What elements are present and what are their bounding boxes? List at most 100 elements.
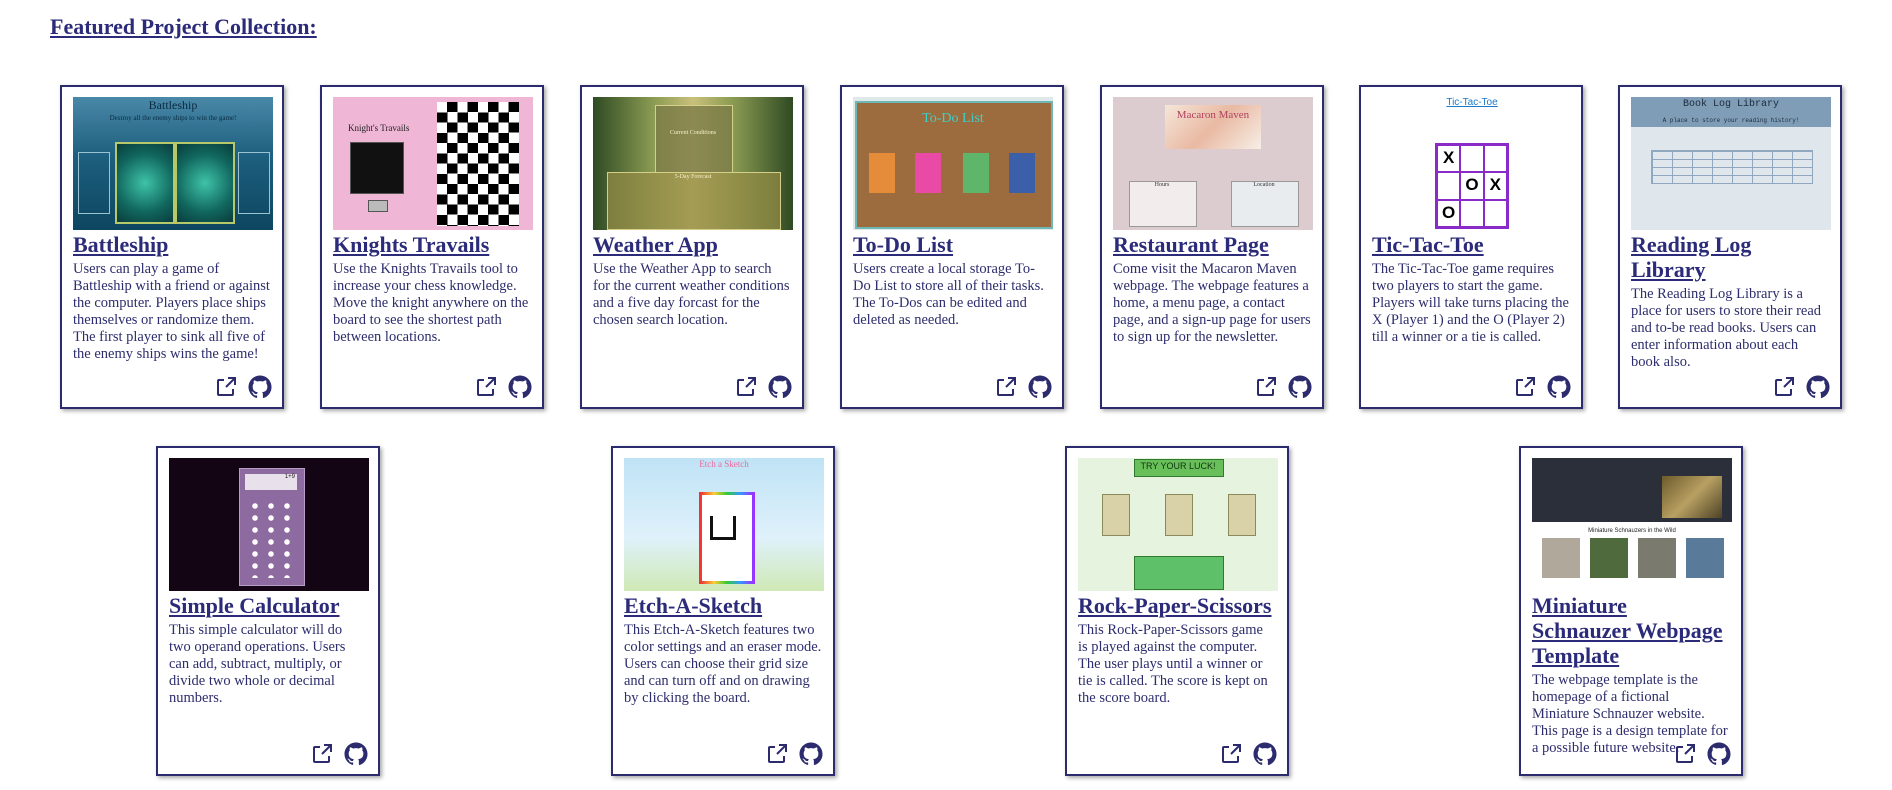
thumb-current-panel bbox=[655, 105, 733, 173]
github-icon[interactable] bbox=[1288, 375, 1312, 399]
thumb-heading: Macaron Maven bbox=[1176, 109, 1250, 121]
project-card-restaurant-page: Macaron Maven Hours Location Restaurant … bbox=[1100, 85, 1324, 409]
project-thumbnail[interactable]: To-Do List bbox=[853, 97, 1053, 230]
thumb-photo-4 bbox=[1686, 538, 1724, 578]
external-link-icon[interactable] bbox=[1219, 742, 1243, 766]
project-card-reading-log-library: Book Log Library A place to store your r… bbox=[1618, 85, 1842, 409]
thumb-heading: Tic-Tac-Toe bbox=[1446, 97, 1498, 108]
project-links bbox=[214, 375, 272, 399]
project-description: Come visit the Macaron Maven webpage. Th… bbox=[1113, 261, 1311, 345]
project-title-link[interactable]: Rock-Paper-Scissors bbox=[1078, 593, 1276, 618]
thumb-scoreboard bbox=[1134, 556, 1224, 590]
thumb-forecast-panel bbox=[607, 172, 781, 230]
project-thumbnail[interactable]: Macaron Maven Hours Location bbox=[1113, 97, 1313, 230]
project-links bbox=[1772, 375, 1830, 399]
thumb-subheading: Miniature Schnauzers in the Wild bbox=[1588, 528, 1676, 534]
github-icon[interactable] bbox=[248, 375, 272, 399]
external-link-icon[interactable] bbox=[310, 742, 334, 766]
thumb-calculator-keys bbox=[247, 500, 295, 578]
project-title-link[interactable]: Reading Log Library bbox=[1631, 232, 1829, 282]
project-links bbox=[474, 375, 532, 399]
project-links bbox=[310, 742, 368, 766]
project-thumbnail[interactable]: Current Conditions 5-Day Forecast bbox=[593, 97, 793, 230]
thumb-choice-paper bbox=[1165, 494, 1193, 536]
github-icon[interactable] bbox=[344, 742, 368, 766]
project-description: Use the Weather App to search for the cu… bbox=[593, 261, 790, 328]
project-links bbox=[1513, 375, 1571, 399]
external-link-icon[interactable] bbox=[214, 375, 238, 399]
thumb-hero-photo bbox=[1662, 476, 1722, 518]
external-link-icon[interactable] bbox=[734, 375, 758, 399]
thumb-heading: Knight's Travails bbox=[348, 123, 410, 133]
project-thumbnail[interactable]: 1+9 bbox=[169, 458, 369, 591]
project-title-link[interactable]: Tic-Tac-Toe bbox=[1372, 232, 1570, 257]
project-thumbnail[interactable]: TRY YOUR LUCK! bbox=[1078, 458, 1278, 591]
project-title-link[interactable]: Simple Calculator bbox=[169, 593, 367, 618]
project-title-link[interactable]: Weather App bbox=[593, 232, 791, 257]
project-thumbnail[interactable]: Etch a Sketch bbox=[624, 458, 824, 591]
project-card-miniature-schnauzer: Miniature Schnauzers in the Wild Miniatu… bbox=[1519, 446, 1743, 776]
thumb-reset-button bbox=[368, 200, 388, 212]
ttt-cell: O bbox=[1438, 200, 1460, 226]
github-icon[interactable] bbox=[768, 375, 792, 399]
external-link-icon[interactable] bbox=[994, 375, 1018, 399]
thumb-heading: Book Log Library bbox=[1682, 99, 1779, 110]
thumb-path-panel bbox=[350, 142, 404, 194]
github-icon[interactable] bbox=[508, 375, 532, 399]
thumb-note-4 bbox=[1009, 153, 1035, 193]
project-links bbox=[765, 742, 823, 766]
ttt-cell bbox=[1461, 146, 1483, 172]
thumb-heading: Battleship bbox=[148, 98, 198, 112]
project-thumbnail[interactable]: Battleship Destroy all the enemy ships t… bbox=[73, 97, 273, 230]
project-title-link[interactable]: To-Do List bbox=[853, 232, 1051, 257]
project-description: The Reading Log Library is a place for u… bbox=[1631, 286, 1822, 370]
project-title-link[interactable]: Restaurant Page bbox=[1113, 232, 1311, 257]
external-link-icon[interactable] bbox=[1513, 375, 1537, 399]
project-description: The Tic-Tac-Toe game requires two player… bbox=[1372, 261, 1569, 345]
thumb-panel-right bbox=[238, 152, 270, 214]
project-thumbnail[interactable]: Book Log Library A place to store your r… bbox=[1631, 97, 1831, 230]
thumb-board-right bbox=[175, 142, 235, 224]
github-icon[interactable] bbox=[1547, 375, 1571, 399]
project-title-link[interactable]: Knights Travails bbox=[333, 232, 531, 257]
ttt-cell bbox=[1484, 200, 1506, 226]
external-link-icon[interactable] bbox=[1254, 375, 1278, 399]
thumb-heading: To-Do List bbox=[922, 111, 984, 126]
thumb-photo-1 bbox=[1542, 538, 1580, 578]
project-thumbnail[interactable]: Knight's Travails bbox=[333, 97, 533, 230]
project-card-rock-paper-scissors: TRY YOUR LUCK! Rock-Paper-Scissors This … bbox=[1065, 446, 1289, 776]
github-icon[interactable] bbox=[1806, 375, 1830, 399]
github-icon[interactable] bbox=[1028, 375, 1052, 399]
thumb-photo-3 bbox=[1638, 538, 1676, 578]
project-thumbnail[interactable]: Miniature Schnauzers in the Wild bbox=[1532, 458, 1732, 591]
external-link-icon[interactable] bbox=[1772, 375, 1796, 399]
thumb-drawn-face bbox=[710, 516, 736, 540]
section-title: Featured Project Collection: bbox=[50, 14, 317, 39]
project-description: Users create a local storage To-Do List … bbox=[853, 261, 1044, 328]
external-link-icon[interactable] bbox=[1673, 742, 1697, 766]
external-link-icon[interactable] bbox=[474, 375, 498, 399]
github-icon[interactable] bbox=[1253, 742, 1277, 766]
project-card-to-do-list: To-Do List To-Do List Users create a loc… bbox=[840, 85, 1064, 409]
github-icon[interactable] bbox=[1707, 742, 1731, 766]
thumb-note-1 bbox=[869, 153, 895, 193]
external-link-icon[interactable] bbox=[765, 742, 789, 766]
project-title-link[interactable]: Etch-A-Sketch bbox=[624, 593, 822, 618]
project-thumbnail[interactable]: Tic-Tac-Toe X O X O bbox=[1372, 97, 1572, 230]
thumb-photo-2 bbox=[1590, 538, 1628, 578]
project-card-simple-calculator: 1+9 Simple Calculator This simple calcul… bbox=[156, 446, 380, 776]
github-icon[interactable] bbox=[799, 742, 823, 766]
ttt-cell: X bbox=[1438, 146, 1460, 172]
project-description: This Etch-A-Sketch features two color se… bbox=[624, 622, 822, 706]
thumb-heading: Etch a Sketch bbox=[699, 459, 749, 469]
thumb-display: 1+9 bbox=[284, 474, 295, 480]
thumb-heading: TRY YOUR LUCK! bbox=[1140, 461, 1216, 471]
project-description: This Rock-Paper-Scissors game is played … bbox=[1078, 622, 1268, 706]
project-title-link[interactable]: Miniature Schnauzer Webpage Template bbox=[1532, 593, 1730, 668]
thumb-chessboard bbox=[437, 102, 519, 226]
project-description: This simple calculator will do two opera… bbox=[169, 622, 346, 706]
thumb-board-left bbox=[115, 142, 175, 224]
thumb-note-3 bbox=[963, 153, 989, 193]
project-title-link[interactable]: Battleship bbox=[73, 232, 271, 257]
project-links bbox=[1219, 742, 1277, 766]
